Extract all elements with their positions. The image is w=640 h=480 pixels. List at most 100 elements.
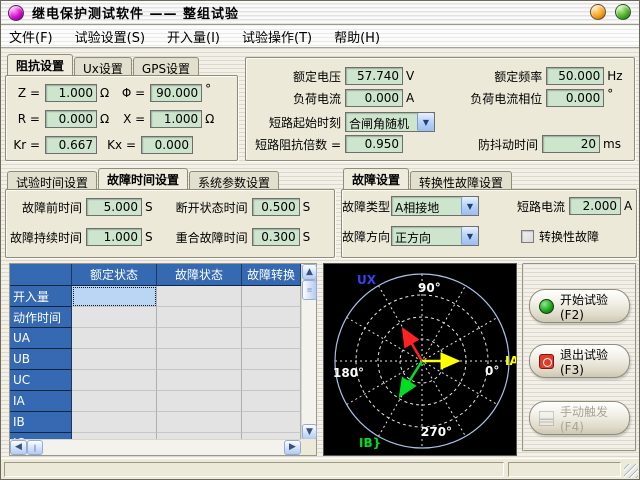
table-cell[interactable] (242, 349, 301, 370)
menu-test-settings[interactable]: 试验设置(S) (75, 27, 145, 46)
impedance-multiplier-input[interactable] (345, 135, 403, 153)
tab-ux-settings[interactable]: Ux设置 (74, 57, 132, 75)
table-row: UA (10, 328, 301, 349)
scroll-right-icon[interactable]: ▶ (284, 440, 301, 455)
scroll-down-icon[interactable]: ▼ (302, 424, 317, 440)
vertical-scrollbar[interactable]: ▲ ≡ ▼ (301, 264, 316, 440)
table-cell[interactable] (72, 328, 157, 349)
x-label: X = (109, 112, 145, 126)
table-cell[interactable] (157, 286, 242, 307)
table-cell[interactable] (242, 412, 301, 433)
table-row: UB (10, 349, 301, 370)
angle-270-label: 270° (421, 425, 452, 439)
anti-jitter-time-input[interactable] (542, 135, 600, 153)
table-cell[interactable] (157, 349, 242, 370)
exit-test-button[interactable]: 退出试验(F3) (529, 344, 630, 378)
scroll-up-icon[interactable]: ▲ (302, 264, 317, 280)
impedance-panel: 阻抗设置 Ux设置 GPS设置 Z = Ω Φ = ° R = Ω X = Ω (5, 55, 238, 161)
phasor-svg: UX 90° 180° 0° 270° IA IB} (324, 264, 516, 455)
start-test-label: 开始试验(F2) (560, 291, 629, 322)
vertical-scroll-thumb[interactable]: ≡ (302, 280, 317, 300)
table-cell[interactable] (242, 391, 301, 412)
table-cell[interactable] (157, 307, 242, 328)
table-cell[interactable] (157, 391, 242, 412)
fault-direction-label: 故障方向 (342, 228, 386, 245)
horizontal-scroll-thumb[interactable]: ∥ (27, 440, 43, 455)
row-header-binary-input: 开入量 (10, 286, 72, 307)
table-cell[interactable] (242, 307, 301, 328)
fault-duration-label: 故障持续时间 (6, 229, 82, 246)
ib-label: IB} (359, 436, 381, 450)
scroll-left-icon[interactable]: ◀ (10, 440, 27, 455)
exit-test-label: 退出试验(F3) (560, 346, 629, 377)
x-input[interactable] (150, 110, 202, 128)
table-cell[interactable] (72, 307, 157, 328)
chevron-down-icon[interactable]: ▼ (461, 197, 478, 215)
tab-fault-time-settings[interactable]: 故障时间设置 (98, 168, 188, 189)
table-cell[interactable] (72, 370, 157, 391)
anti-jitter-time-label: 防抖动时间 (403, 136, 538, 153)
exit-icon (539, 354, 554, 369)
horizontal-scrollbar[interactable]: ◀ ∥ ▶ (10, 439, 301, 455)
menu-file[interactable]: 文件(F) (9, 27, 53, 46)
close-button[interactable] (615, 4, 631, 20)
tab-impedance-settings[interactable]: 阻抗设置 (7, 54, 73, 75)
load-current-input[interactable] (345, 89, 403, 107)
rated-frequency-unit: Hz (607, 69, 622, 83)
tab-convertible-fault-settings[interactable]: 转换性故障设置 (410, 171, 512, 189)
chevron-down-icon[interactable]: ▼ (461, 227, 478, 245)
table-cell[interactable] (72, 391, 157, 412)
table-cell[interactable] (242, 370, 301, 391)
minimize-button[interactable] (590, 4, 606, 20)
rated-voltage-input[interactable] (345, 67, 403, 85)
tab-gps-settings[interactable]: GPS设置 (133, 57, 199, 75)
menu-test-operation[interactable]: 试验操作(T) (242, 27, 312, 46)
angle-0-label: 0° (485, 364, 499, 378)
resize-grip[interactable] (624, 464, 638, 478)
convertible-fault-checkbox[interactable] (521, 230, 534, 243)
chevron-down-icon[interactable]: ▼ (417, 113, 434, 131)
load-current-phase-input[interactable] (546, 89, 604, 107)
kx-input[interactable] (141, 136, 193, 154)
z-input[interactable] (45, 84, 97, 102)
short-circuit-current-input[interactable] (569, 197, 621, 215)
table-cell[interactable] (72, 349, 157, 370)
tab-fault-settings[interactable]: 故障设置 (343, 168, 409, 189)
start-test-button[interactable]: 开始试验(F2) (529, 289, 630, 323)
fault-type-label: 故障类型 (342, 198, 386, 215)
kr-input[interactable] (45, 136, 97, 154)
row-header-ub: UB (10, 349, 72, 370)
horizontal-scroll-track[interactable] (43, 440, 284, 455)
phi-input[interactable] (150, 84, 202, 102)
kx-label: Kx = (100, 138, 136, 152)
rated-frequency-input[interactable] (546, 67, 604, 85)
fault-type-combo[interactable]: A相接地 ▼ (391, 196, 479, 216)
menu-help[interactable]: 帮助(H) (334, 27, 380, 46)
tab-system-param-settings[interactable]: 系统参数设置 (189, 171, 279, 189)
table-cell[interactable] (242, 286, 301, 307)
manual-trigger-button[interactable]: 手动触发(F4) (529, 401, 630, 435)
table-cell[interactable] (242, 328, 301, 349)
pre-fault-time-input[interactable] (86, 198, 142, 216)
table-cell[interactable] (157, 370, 242, 391)
table-row: 开入量 (10, 286, 301, 307)
table-cell[interactable] (157, 412, 242, 433)
table-cell[interactable] (157, 328, 242, 349)
tab-test-time-settings[interactable]: 试验时间设置 (7, 171, 97, 189)
app-icon[interactable] (8, 5, 24, 21)
rating-panel: 额定电压 V 额定频率 Hz 负荷电流 A 负荷电流相位 ° 短路起始时刻 合闸… (245, 57, 635, 161)
window-title: 继电保护测试软件 —— 整组试验 (32, 3, 239, 22)
reclose-fault-time-input[interactable] (252, 228, 300, 246)
status-section-left (4, 462, 504, 477)
table-cell[interactable] (72, 412, 157, 433)
table-cell-selected[interactable] (72, 286, 157, 307)
menu-binary-input[interactable]: 开入量(I) (167, 27, 220, 46)
reclose-fault-time-label: 重合故障时间 (153, 229, 248, 246)
fault-direction-combo[interactable]: 正方向 ▼ (391, 226, 479, 246)
r-input[interactable] (45, 110, 97, 128)
reclose-fault-time-unit: S (303, 230, 311, 244)
short-circuit-start-combo[interactable]: 合闸角随机 ▼ (345, 112, 435, 132)
vertical-scroll-track[interactable] (302, 300, 316, 424)
open-state-time-input[interactable] (252, 198, 300, 216)
fault-duration-input[interactable] (86, 228, 142, 246)
